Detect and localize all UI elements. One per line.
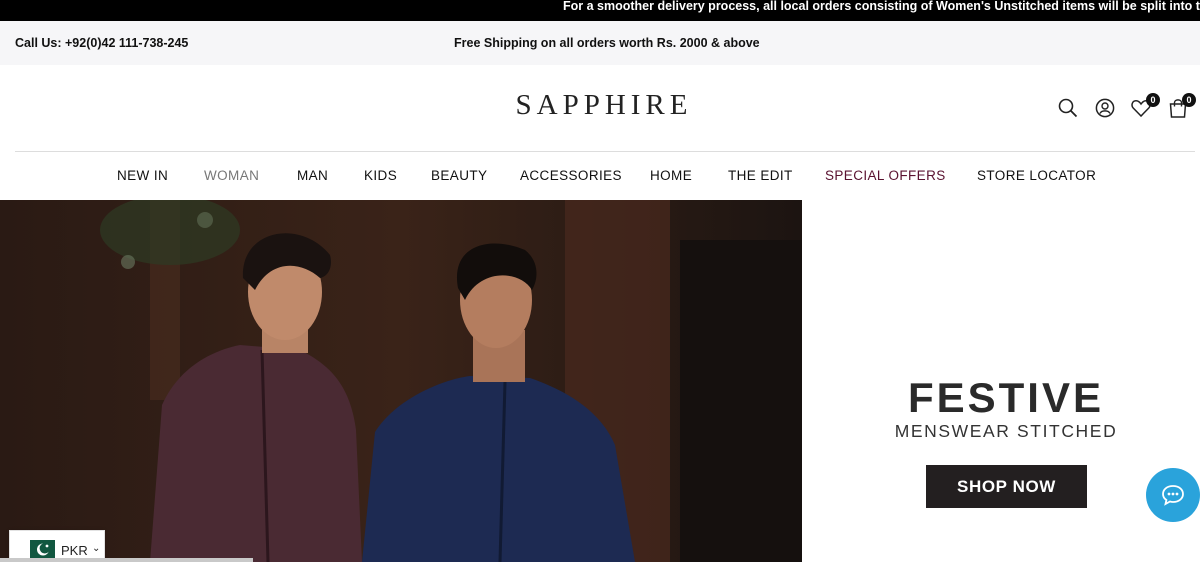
- announcement-bar: For a smoother delivery process, all loc…: [0, 0, 1200, 21]
- promo-subtitle: MENSWEAR STITCHED: [894, 421, 1118, 441]
- cart-count-badge: 0: [1182, 93, 1196, 107]
- main-nav: NEW IN WOMAN MAN KIDS BEAUTY ACCESSORIES…: [0, 168, 1200, 188]
- logo-text: SAPPHIRE: [515, 89, 693, 121]
- nav-item-kids[interactable]: KIDS: [364, 168, 397, 183]
- horizontal-scrollbar[interactable]: [0, 558, 253, 562]
- chevron-down-icon: ⌄: [92, 543, 101, 554]
- promo-title: FESTIVE: [907, 374, 1105, 421]
- announcement-text: For a smoother delivery process, all loc…: [563, 0, 1200, 13]
- pakistan-flag-icon: [21, 540, 55, 559]
- hero-banner-image[interactable]: [0, 200, 802, 562]
- call-us-text: Call Us: +92(0)42 111-738-245: [15, 36, 189, 50]
- nav-item-the-edit[interactable]: THE EDIT: [728, 168, 793, 183]
- chat-icon: [1162, 485, 1184, 506]
- free-shipping-text: Free Shipping on all orders worth Rs. 20…: [454, 36, 760, 50]
- nav-item-new-in[interactable]: NEW IN: [117, 168, 168, 183]
- wishlist-count-badge: 0: [1146, 93, 1160, 107]
- shop-now-button[interactable]: SHOP NOW: [926, 465, 1087, 508]
- hero-illustration: [0, 200, 802, 562]
- nav-item-store-locator[interactable]: STORE LOCATOR: [977, 168, 1096, 183]
- site-logo[interactable]: SAPPHIRE: [0, 89, 1200, 122]
- nav-item-accessories[interactable]: ACCESSORIES: [520, 168, 622, 183]
- search-icon[interactable]: [1057, 97, 1079, 119]
- header-divider: [15, 151, 1195, 152]
- info-bar: Call Us: +92(0)42 111-738-245 Free Shipp…: [0, 21, 1200, 65]
- nav-item-home[interactable]: HOME: [650, 168, 692, 183]
- user-icon[interactable]: [1094, 97, 1116, 119]
- currency-code: PKR: [61, 543, 88, 558]
- nav-item-beauty[interactable]: BEAUTY: [431, 168, 487, 183]
- chat-button[interactable]: [1146, 468, 1200, 522]
- nav-item-woman[interactable]: WOMAN: [204, 168, 259, 183]
- nav-item-man[interactable]: MAN: [297, 168, 328, 183]
- nav-item-special-offers[interactable]: SPECIAL OFFERS: [825, 168, 946, 183]
